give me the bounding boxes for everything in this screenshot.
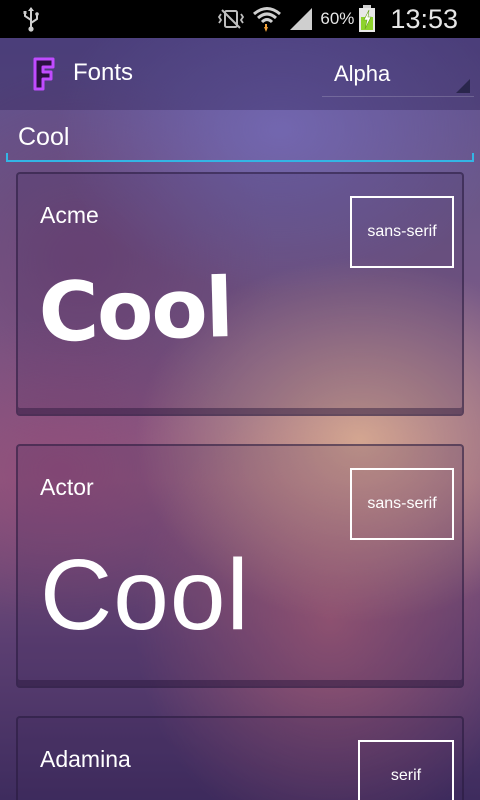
signal-icon [288,6,314,32]
font-name: Adamina [40,746,131,772]
search-input-value: Cool [18,123,70,151]
sort-dropdown-value: Alpha [334,61,391,86]
clock: 13:53 [390,3,458,34]
sort-dropdown[interactable]: Alpha [322,50,474,97]
category-badge: sans-serif [350,196,454,268]
status-bar: 60% 13:53 [0,0,480,38]
font-name: Actor [40,474,94,500]
vibrate-icon [216,8,246,30]
search-input[interactable]: Cool [6,118,474,162]
usb-icon [23,7,39,32]
wifi-icon [252,5,282,33]
dropdown-corner-icon [456,79,470,93]
battery-percent: 60% [320,9,355,28]
font-sample-text: Cool [40,539,250,651]
category-badge: serif [358,740,454,800]
app-title: Fonts [73,59,134,86]
battery-charging-icon [358,5,376,33]
action-bar: Fonts Alpha [0,38,480,110]
app-logo-icon[interactable] [27,55,57,93]
font-sample-text: Cool [37,260,233,361]
font-name: Acme [40,202,99,228]
font-card-adamina[interactable]: Adamina serif [16,716,464,800]
font-card-actor[interactable]: Actor sans-serif Cool [16,444,464,688]
font-card-acme[interactable]: Acme sans-serif Cool [16,172,464,416]
category-badge: sans-serif [350,468,454,540]
